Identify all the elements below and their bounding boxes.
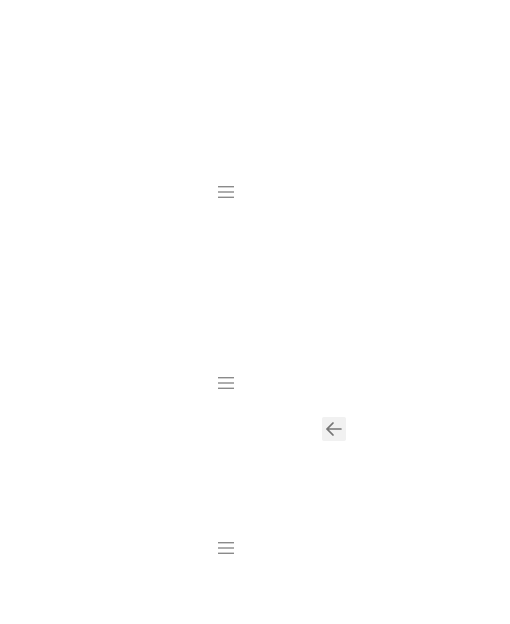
menu-button[interactable] bbox=[214, 536, 238, 560]
menu-button[interactable] bbox=[214, 371, 238, 395]
hamburger-menu-icon bbox=[217, 185, 235, 199]
hamburger-menu-icon bbox=[217, 541, 235, 555]
menu-button[interactable] bbox=[214, 180, 238, 204]
arrow-left-icon bbox=[325, 421, 343, 437]
hamburger-menu-icon bbox=[217, 376, 235, 390]
back-button[interactable] bbox=[322, 417, 346, 441]
